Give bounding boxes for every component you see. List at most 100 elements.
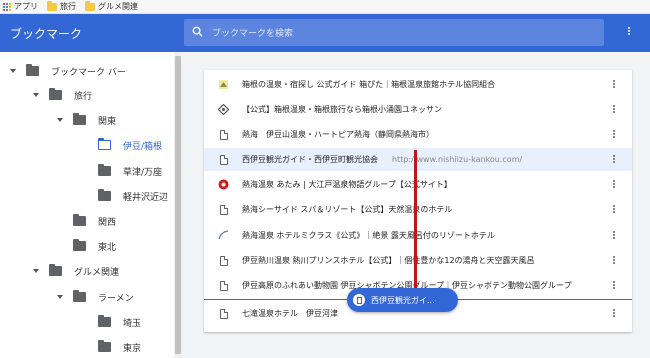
tree-item-label: グルメ関連 [74, 267, 120, 278]
bookmark-title: 【公式】箱根温泉・箱根旅行なら箱根小涌園ユネッサン [242, 105, 442, 114]
bookmark-row-highlighted[interactable]: 西伊豆観光ガイド・西伊豆町観光協会 http://www.nishiizu-kan… [204, 148, 632, 171]
bookmark-row[interactable]: 熱海温泉 あたみ | 大江戸温泉物語グループ【公式サイト】 [204, 173, 632, 196]
bookmark-title: 熱海シーサイド スパ＆リゾート【公式】天然温泉のホテル [242, 205, 453, 214]
folder-icon [98, 164, 111, 176]
bookmark-title: 西伊豆観光ガイド・西伊豆町観光協会 http://www.nishiizu-kan… [242, 154, 522, 165]
folder-icon [49, 88, 62, 100]
bookmark-title: 箱根の温泉・宿探し 公式ガイド 箱ぴた｜箱根温泉旅館ホテル協同組合 [242, 80, 496, 89]
tree-item-label: 草津/万座 [123, 167, 163, 178]
bookmark-bar-item-gourmet[interactable]: グルメ関連 [85, 0, 138, 12]
drag-direction-arrow [414, 150, 417, 292]
tree-item-kansai[interactable]: 関西 [55, 210, 116, 232]
bookmark-bar-item-travel[interactable]: 旅行 [47, 0, 76, 12]
page-icon [353, 294, 365, 306]
tree-item-label: 伊豆/箱根 [123, 141, 163, 152]
folder-icon [73, 214, 86, 226]
folder-icon [26, 64, 39, 76]
folder-icon [98, 315, 111, 327]
more-options-icon[interactable] [612, 154, 616, 165]
bookmark-row[interactable]: 伊豆熱川温泉 熱川プリンスホテル【公式】｜個性豊かな12の湯舟と天空露天風呂 [204, 249, 632, 272]
search-input[interactable]: ブックマークを検索 [184, 19, 604, 46]
red-circle-favicon [218, 179, 229, 190]
tree-item-karuizawa[interactable]: 軽井沢近辺 [80, 185, 168, 207]
bookmark-bar-label: グルメ関連 [98, 2, 138, 11]
tree-item-saitama[interactable]: 埼玉 [80, 311, 141, 333]
more-options-icon[interactable] [625, 26, 633, 40]
folder-icon [73, 239, 86, 251]
bookmark-title: 七滝温泉ホテル 伊豆河津 [242, 309, 338, 318]
bookmark-title: 熱海温泉 ホテルミクラス《公式》｜絶景 露天風呂付のリゾートホテル [242, 231, 495, 240]
folder-tree: ブックマーク バー 旅行 関東 伊豆/箱根 草津/万座 軽井沢近辺 関西 東北 [0, 52, 180, 358]
tree-item-gourmet[interactable]: グルメ関連 [31, 260, 119, 282]
bookmark-title: 伊豆熱川温泉 熱川プリンスホテル【公式】｜個性豊かな12の湯舟と天空露天風呂 [242, 256, 535, 265]
folder-icon [85, 0, 95, 11]
bookmark-row[interactable]: 【公式】箱根温泉・箱根旅行なら箱根小涌園ユネッサン [204, 98, 632, 121]
arc-favicon [218, 230, 229, 241]
more-options-icon[interactable] [612, 79, 616, 90]
folder-icon [73, 290, 86, 302]
app-header: ブックマーク ブックマークを検索 [0, 14, 650, 52]
apps-grid-icon [3, 2, 11, 11]
tree-item-label: 旅行 [74, 91, 93, 102]
bookmark-bar-label: 旅行 [60, 2, 76, 11]
bookmarks-bar: アプリ 旅行 グルメ関連 [0, 0, 650, 14]
expand-arrow-icon[interactable] [8, 69, 18, 73]
page-icon [218, 308, 229, 319]
folder-icon [73, 113, 86, 125]
tree-item-label: 関西 [98, 217, 117, 228]
expand-arrow-icon[interactable] [31, 269, 41, 273]
tree-item-label: 軽井沢近辺 [123, 192, 169, 203]
tree-item-ramen[interactable]: ラーメン [55, 286, 134, 308]
page-icon [218, 129, 229, 140]
more-options-icon[interactable] [612, 129, 616, 140]
tree-item-tokyo[interactable]: 東京 [80, 336, 141, 358]
bookmark-bar-label: アプリ [14, 2, 38, 11]
more-options-icon[interactable] [612, 255, 616, 266]
dragged-bookmark-chip[interactable]: 西伊豆観光ガイ... [347, 288, 458, 312]
folder-icon [98, 340, 111, 352]
more-options-icon[interactable] [612, 104, 616, 115]
expand-arrow-icon[interactable] [55, 118, 65, 122]
diamond-favicon [218, 104, 229, 115]
tree-item-kanto[interactable]: 関東 [55, 109, 116, 131]
page-title: ブックマーク [10, 27, 83, 41]
tree-item-tohoku[interactable]: 東北 [55, 235, 116, 257]
tree-item-label: 埼玉 [123, 318, 142, 329]
bookmark-row[interactable]: 熱海シーサイド スパ＆リゾート【公式】天然温泉のホテル [204, 198, 632, 221]
bookmark-bar-item-apps[interactable]: アプリ [3, 1, 38, 12]
sidebar-scrollbar-thumb[interactable] [175, 56, 181, 354]
more-options-icon[interactable] [612, 308, 616, 319]
expand-arrow-icon[interactable] [31, 93, 41, 97]
open-folder-icon [98, 138, 111, 150]
tree-item-label: ラーメン [98, 293, 134, 304]
more-options-icon[interactable] [612, 204, 616, 215]
hakone-favicon [218, 79, 229, 90]
search-icon [192, 26, 203, 37]
more-options-icon[interactable] [612, 179, 616, 190]
bookmark-row[interactable]: 箱根の温泉・宿探し 公式ガイド 箱ぴた｜箱根温泉旅館ホテル協同組合 [204, 73, 632, 96]
bookmark-row[interactable]: 熱海 伊豆山温泉・ハートピア熱海（静岡県熱海市） [204, 123, 632, 146]
bookmark-title: 熱海温泉 あたみ | 大江戸温泉物語グループ【公式サイト】 [242, 180, 452, 189]
tree-item-travel[interactable]: 旅行 [31, 84, 92, 106]
tree-item-bookmarks-bar[interactable]: ブックマーク バー [8, 60, 126, 82]
tree-item-kusatsu-manza[interactable]: 草津/万座 [80, 160, 162, 182]
bookmark-url: http://www.nishiizu-kankou.com/ [392, 155, 523, 164]
page-icon [218, 204, 229, 215]
page-icon [218, 255, 229, 266]
drag-chip-label: 西伊豆観光ガイ... [371, 295, 435, 305]
folder-icon [98, 189, 111, 201]
search-placeholder: ブックマークを検索 [212, 29, 294, 39]
bookmark-row[interactable]: 熱海温泉 ホテルミクラス《公式》｜絶景 露天風呂付のリゾートホテル [204, 224, 632, 247]
tree-item-label: 関東 [98, 116, 117, 127]
tree-item-label: 東北 [98, 242, 117, 253]
more-options-icon[interactable] [612, 230, 616, 241]
more-options-icon[interactable] [612, 280, 616, 291]
bookmark-title: 熱海 伊豆山温泉・ハートピア熱海（静岡県熱海市） [242, 130, 434, 139]
bookmark-title-text: 西伊豆観光ガイド・西伊豆町観光協会 [242, 155, 378, 164]
folder-icon [49, 264, 62, 276]
expand-arrow-icon[interactable] [55, 295, 65, 299]
tree-item-label: 東京 [123, 343, 142, 354]
page-icon [218, 154, 229, 165]
page-icon [218, 280, 229, 291]
tree-item-izu-hakone[interactable]: 伊豆/箱根 [80, 134, 162, 156]
